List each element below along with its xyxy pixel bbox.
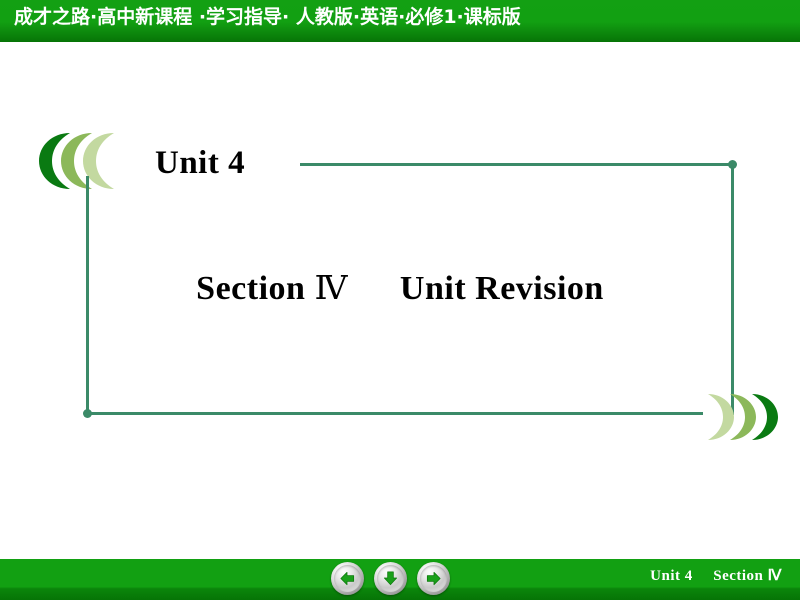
arrow-left-icon xyxy=(340,571,355,585)
page-title: Section Ⅳ Unit Revision xyxy=(0,268,800,308)
title-main: Unit Revision xyxy=(399,270,604,307)
arrow-right-icon xyxy=(426,571,441,585)
chevron-light-icon xyxy=(708,394,734,440)
frame-corner-dot-top-right xyxy=(728,160,737,169)
next-slide-button[interactable] xyxy=(417,561,450,595)
header-title: 成才之路·高中新课程 ·学习指导· 人教版·英语·必修1·课标版 xyxy=(14,6,521,28)
footer-section-label: Section Ⅳ xyxy=(713,568,782,584)
slide-navigation xyxy=(331,559,456,597)
footer-breadcrumb: Unit 4 Section Ⅳ xyxy=(650,566,782,585)
previous-slide-button[interactable] xyxy=(331,561,364,595)
chevron-cluster-right xyxy=(692,393,788,441)
title-roman-numeral: Ⅳ xyxy=(314,268,348,307)
header-bar: 成才之路·高中新课程 ·学习指导· 人教版·英语·必修1·课标版 xyxy=(0,0,800,42)
frame-corner-dot-bottom-left xyxy=(83,409,92,418)
frame-top-line xyxy=(300,163,733,166)
down-slide-button[interactable] xyxy=(374,561,407,595)
footer-unit-label: Unit 4 xyxy=(650,568,693,584)
arrow-down-icon xyxy=(383,570,398,585)
unit-label: Unit 4 xyxy=(155,145,246,181)
title-prefix: Section xyxy=(196,270,306,307)
frame-bottom-line xyxy=(86,412,703,415)
chevron-cluster-left xyxy=(36,132,156,190)
